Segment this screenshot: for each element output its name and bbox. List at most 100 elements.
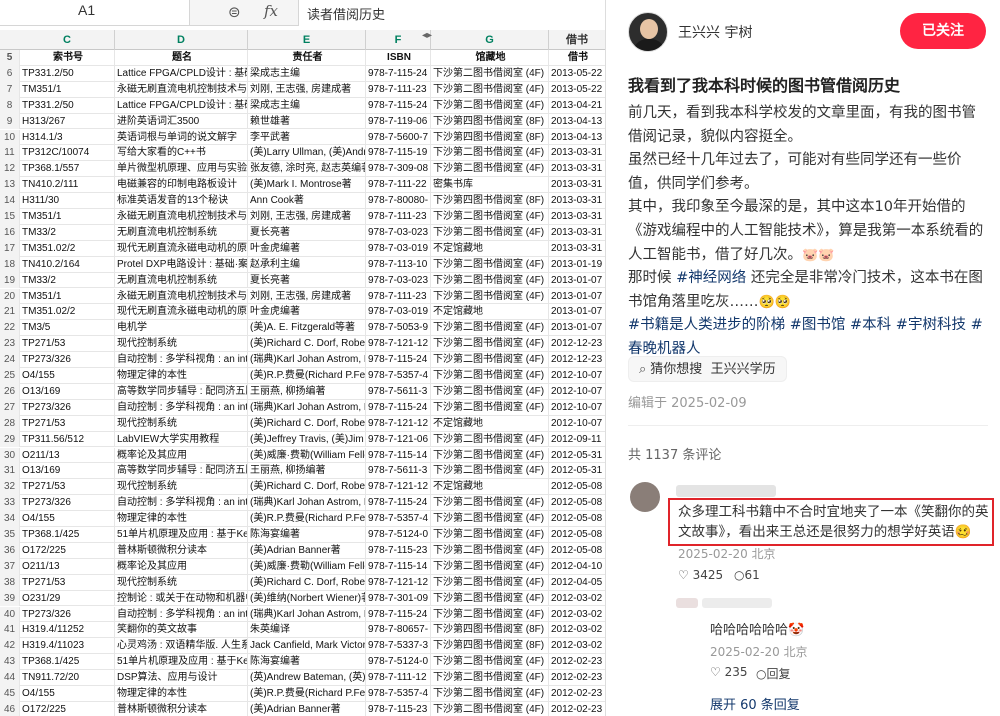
cell-call-number[interactable]: TP271/53	[20, 574, 115, 591]
cell-isbn[interactable]: 978-7-111-22	[366, 177, 431, 194]
cell-isbn[interactable]: 978-7-5053-9	[366, 320, 431, 337]
cell-call-number[interactable]: H313/267	[20, 113, 115, 130]
cell-author[interactable]: (美)Mark I. Montrose著	[248, 177, 366, 194]
row-number[interactable]: 37	[0, 558, 20, 575]
cell-author[interactable]: (美)Adrian Banner著	[248, 701, 366, 716]
row-number[interactable]: 33	[0, 495, 20, 512]
cell-date[interactable]: 2012-05-08	[549, 511, 605, 527]
cell-date[interactable]: 2013-01-07	[549, 273, 605, 289]
cell-title[interactable]: 物理定律的本性	[115, 511, 248, 527]
row-number[interactable]: 35	[0, 527, 20, 543]
cell-isbn[interactable]: 978-7-115-24	[366, 399, 431, 416]
cell-isbn[interactable]: 978-7-115-24	[366, 65, 431, 82]
cell-location[interactable]: 下沙第二图书借阅室 (4F)	[431, 65, 549, 82]
cell-title[interactable]: 心灵鸡汤 : 双语精华版. 人生系列	[115, 638, 248, 655]
cell-date[interactable]: 2013-03-31	[549, 241, 605, 257]
cell-author[interactable]: 刘刚, 王志强, 房建成著	[248, 209, 366, 225]
row-number[interactable]: 15	[0, 209, 20, 225]
cell-author[interactable]: (英)Andrew Bateman, (英)Iain Paterson-Step…	[248, 670, 366, 686]
cell-title[interactable]: 高等数学同步辅导 : 配同济五版	[115, 383, 248, 400]
cell-isbn[interactable]: 978-7-115-24	[366, 97, 431, 114]
cell-call-number[interactable]: TM351/1	[20, 288, 115, 305]
cell-title[interactable]: 永磁无刷直流电机控制技术与应用	[115, 209, 248, 225]
cell-author[interactable]: Jack Canfield, Mark Victor Hansen著	[248, 638, 366, 655]
cell-call-number[interactable]: O13/169	[20, 463, 115, 480]
cell-title[interactable]: 电机学	[115, 320, 248, 337]
cell-call-number[interactable]: TP273/326	[20, 352, 115, 368]
cell-date[interactable]: 2013-03-31	[549, 193, 605, 209]
cell-title[interactable]: 自动控制 : 多学科视角 : an interdisciplinary appr…	[115, 352, 248, 368]
cell-date[interactable]: 2013-03-31	[549, 177, 605, 193]
cell-call-number[interactable]: H314.1/3	[20, 129, 115, 146]
cell-title[interactable]: 现代控制系统	[115, 415, 248, 432]
cell-author[interactable]: (美)Richard C. Dorf, Robert H. Bishop著	[248, 574, 366, 591]
cell-title[interactable]: 普林斯顿微积分读本	[115, 701, 248, 716]
comment-reply-button[interactable]: ○61	[734, 568, 760, 582]
cell-date[interactable]: 2013-01-07	[549, 304, 605, 320]
cell-location[interactable]: 下沙第二图书借阅室 (4F)	[431, 224, 549, 241]
cell-author[interactable]: 叶金虎编著	[248, 240, 366, 257]
cell-date[interactable]: 2012-03-02	[549, 591, 605, 607]
cell-location[interactable]: 下沙第二图书借阅室 (4F)	[431, 368, 549, 384]
cell-isbn[interactable]: 978-7-113-10	[366, 256, 431, 273]
cell-author[interactable]: Ann Cook著	[248, 193, 366, 209]
cell-isbn[interactable]: 978-7-111-23	[366, 209, 431, 225]
cell-author[interactable]: (瑞典)Karl Johan Astrom, Richard M. Murray…	[248, 606, 366, 623]
column-g-header[interactable]: G	[431, 30, 549, 50]
cell-call-number[interactable]: TM33/2	[20, 272, 115, 289]
cell-location[interactable]: 下沙第二图书借阅室 (4F)	[431, 161, 549, 178]
cell-date[interactable]: 2012-12-23	[549, 352, 605, 368]
cell-location[interactable]: 下沙第二图书借阅室 (4F)	[431, 256, 549, 273]
row-number[interactable]: 46	[0, 701, 20, 716]
row-number[interactable]: 41	[0, 622, 20, 639]
cell-isbn[interactable]: 978-7-03-023	[366, 272, 431, 289]
cell-location[interactable]: 下沙第二图书借阅室 (4F)	[431, 447, 549, 464]
function-icon[interactable]: fx	[264, 2, 278, 20]
header-isbn[interactable]: ISBN	[366, 50, 431, 66]
column-resize-handle-icon[interactable]: ◂▸	[422, 30, 432, 41]
cell-date[interactable]: 2013-05-22	[549, 66, 605, 82]
cell-location[interactable]: 下沙第二图书借阅室 (4F)	[431, 590, 549, 607]
cell-isbn[interactable]: 978-7-5124-0	[366, 527, 431, 543]
cell-author[interactable]: (美)Jeffrey Travis, (美)Jim Kring著	[248, 431, 366, 448]
cell-author[interactable]: (美)R.P.费曼(Richard P.Feynman)著	[248, 511, 366, 527]
column-e-header[interactable]: E	[248, 30, 366, 50]
cell-isbn[interactable]: 978-7-121-12	[366, 574, 431, 591]
cell-date[interactable]: 2012-09-11	[549, 432, 605, 448]
commenter-avatar[interactable]	[630, 482, 660, 512]
cell-location[interactable]: 不定馆藏地	[431, 479, 549, 496]
cell-author[interactable]: (美)R.P.费曼(Richard P.Feynman)著	[248, 368, 366, 384]
row-number[interactable]: 11	[0, 145, 20, 162]
cell-isbn[interactable]: 978-7-5600-7	[366, 129, 431, 146]
cell-date[interactable]: 2013-01-07	[549, 289, 605, 305]
cell-isbn[interactable]: 978-7-111-12	[366, 670, 431, 686]
cell-call-number[interactable]: TM351/1	[20, 81, 115, 98]
cell-call-number[interactable]: O172/225	[20, 542, 115, 559]
cell-location[interactable]: 下沙第二图书借阅室 (4F)	[431, 527, 549, 543]
cell-author[interactable]: 夏长亮著	[248, 272, 366, 289]
header-call-number[interactable]: 索书号	[20, 50, 115, 66]
cell-location[interactable]: 下沙第四图书借阅室 (8F)	[431, 193, 549, 209]
cell-date[interactable]: 2013-03-31	[549, 225, 605, 241]
cell-title[interactable]: 进阶英语词汇3500	[115, 113, 248, 130]
cell-isbn[interactable]: 978-7-80080-	[366, 193, 431, 209]
cell-location[interactable]: 下沙第二图书借阅室 (4F)	[431, 272, 549, 289]
cell-date[interactable]: 2012-05-08	[549, 527, 605, 543]
cell-location[interactable]: 下沙第二图书借阅室 (4F)	[431, 495, 549, 512]
cell-author[interactable]: (美)Richard C. Dorf, Robert H. Bishop著	[248, 479, 366, 496]
commenter-name-blurred[interactable]	[676, 485, 776, 497]
cell-isbn[interactable]: 978-7-03-019	[366, 304, 431, 321]
cell-call-number[interactable]: TP368.1/425	[20, 654, 115, 671]
row-number[interactable]: 16	[0, 224, 20, 241]
cell-call-number[interactable]: O4/155	[20, 686, 115, 702]
cell-title[interactable]: 永磁无刷直流电机控制技术与应用	[115, 288, 248, 305]
cell-call-number[interactable]: TM351/1	[20, 209, 115, 225]
cell-author[interactable]: 陈海宴编著	[248, 527, 366, 543]
row-number[interactable]: 38	[0, 574, 20, 591]
cell-author[interactable]: (美)Adrian Banner著	[248, 542, 366, 559]
cell-date[interactable]: 2013-01-19	[549, 257, 605, 273]
cell-call-number[interactable]: TP271/53	[20, 415, 115, 432]
row-number[interactable]: 13	[0, 177, 20, 194]
row-number[interactable]: 25	[0, 368, 20, 384]
cell-isbn[interactable]: 978-7-5611-3	[366, 463, 431, 480]
